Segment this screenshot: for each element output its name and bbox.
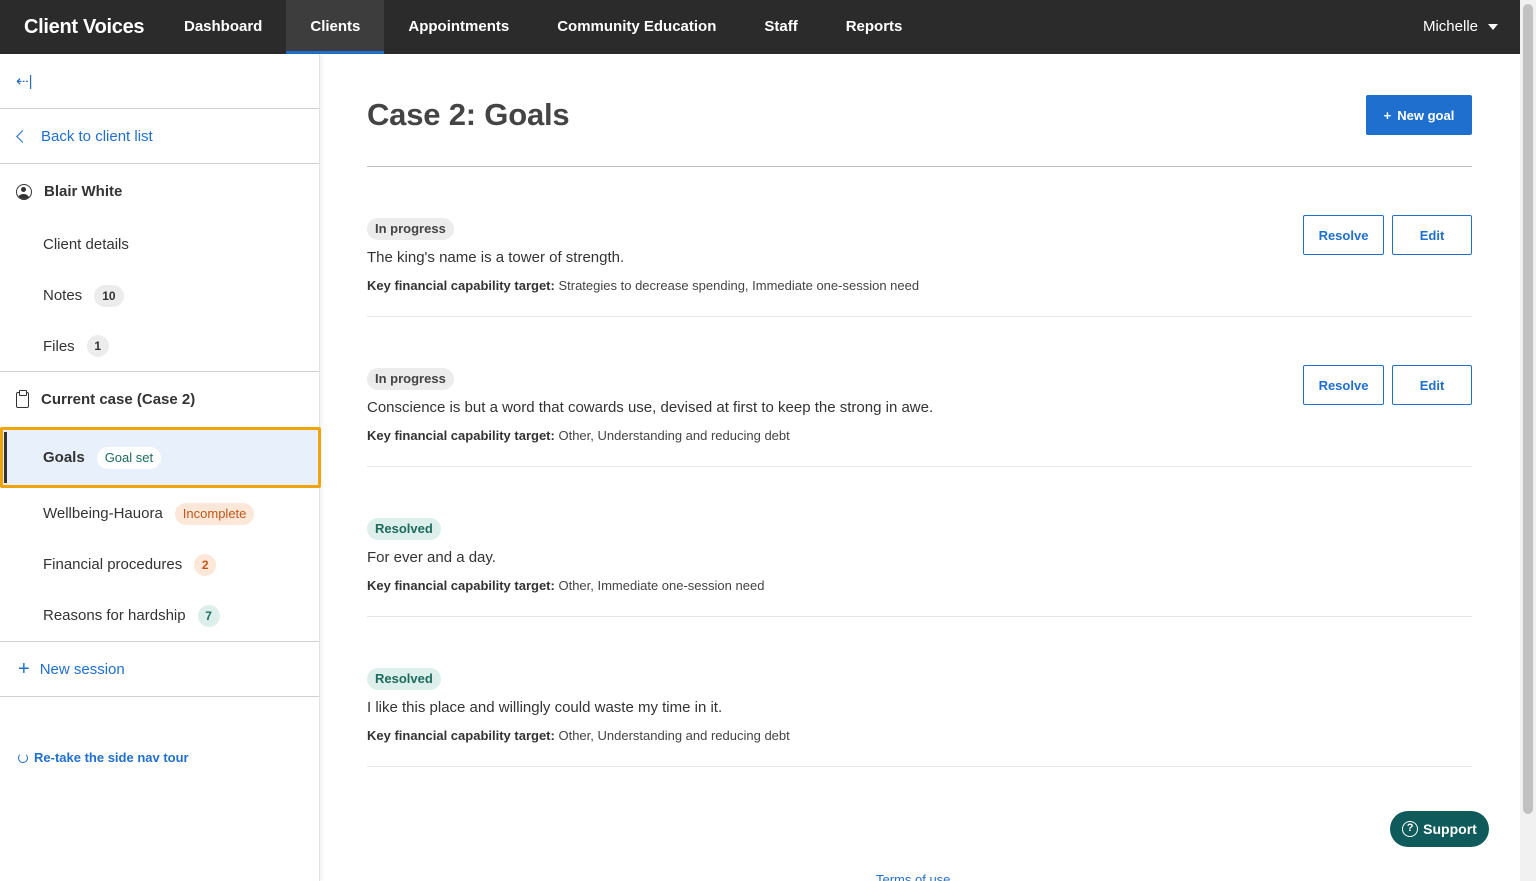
case-label: Current case (Case 2) — [41, 391, 196, 408]
goal-target: Key financial capability target: Other, … — [367, 578, 1472, 593]
new-session-button[interactable]: + New session — [0, 641, 319, 697]
nav-dashboard[interactable]: Dashboard — [160, 0, 286, 54]
goal-set-badge: Goal set — [96, 446, 162, 469]
goal-item: Resolved I like this place and willingly… — [367, 617, 1472, 767]
user-circle-icon — [16, 183, 32, 200]
footer-terms-link[interactable]: Terms of use — [876, 872, 950, 881]
sidebar-item-files[interactable]: Files 1 — [0, 321, 319, 372]
edit-button[interactable]: Edit — [1392, 215, 1472, 255]
new-goal-label: New goal — [1397, 107, 1455, 123]
files-count-badge: 1 — [86, 335, 109, 357]
goal-actions: Resolve Edit — [1303, 365, 1472, 405]
edit-button[interactable]: Edit — [1392, 365, 1472, 405]
target-value: Other, Immediate one-session need — [558, 578, 765, 593]
nav-staff[interactable]: Staff — [740, 0, 821, 54]
page-header: Case 2: Goals + New goal — [367, 54, 1472, 167]
goal-actions: Resolve Edit — [1303, 215, 1472, 255]
financial-count-badge: 2 — [194, 553, 217, 576]
target-value: Other, Understanding and reducing debt — [558, 428, 790, 443]
retake-tour-label: Re-take the side nav tour — [34, 750, 189, 765]
status-badge: Resolved — [367, 518, 441, 540]
status-badge: In progress — [367, 218, 454, 240]
sidebar-item-label: Files — [43, 337, 75, 355]
current-case-header: Current case (Case 2) — [0, 372, 319, 427]
client-name: Blair White — [44, 183, 123, 200]
caret-down-icon — [1488, 24, 1498, 30]
goal-item: In progress Conscience is but a word tha… — [367, 317, 1472, 467]
nav-appointments[interactable]: Appointments — [384, 0, 533, 54]
goal-target: Key financial capability target: Strateg… — [367, 278, 1472, 293]
collapse-icon: ⇠| — [16, 73, 33, 90]
target-label: Key financial capability target: — [367, 428, 555, 443]
support-button[interactable]: ? Support — [1390, 811, 1489, 847]
sidebar-item-label: Financial procedures — [43, 556, 183, 573]
page-scrollbar[interactable] — [1520, 0, 1536, 881]
target-value: Other, Understanding and reducing debt — [558, 728, 790, 743]
goal-target: Key financial capability target: Other, … — [367, 728, 1472, 743]
collapse-sidebar-button[interactable]: ⇠| — [0, 54, 319, 109]
app-logo[interactable]: Client Voices — [0, 0, 160, 54]
nav-community-education[interactable]: Community Education — [533, 0, 740, 54]
sidebar-item-label: Wellbeing-Hauora — [43, 505, 163, 522]
notes-count-badge: 10 — [94, 284, 124, 307]
nav-clients[interactable]: Clients — [286, 0, 385, 54]
plus-icon: + — [1383, 107, 1392, 123]
status-badge: Resolved — [367, 668, 441, 690]
incomplete-badge: Incomplete — [174, 502, 255, 525]
retake-tour-link[interactable]: Re-take the side nav tour — [18, 750, 189, 765]
resolve-button[interactable]: Resolve — [1303, 215, 1384, 255]
target-label: Key financial capability target: — [367, 728, 555, 743]
user-name: Michelle — [1422, 18, 1478, 35]
plus-icon: + — [18, 658, 30, 680]
sidebar-item-wellbeing[interactable]: Wellbeing-Hauora Incomplete — [0, 488, 319, 539]
sidebar-item-label: Notes — [43, 287, 83, 304]
scrollbar-thumb[interactable] — [1523, 4, 1533, 814]
back-label: Back to client list — [41, 127, 153, 145]
hardship-count-badge: 7 — [197, 604, 220, 627]
sidebar-item-label: Client details — [43, 236, 129, 253]
support-label: Support — [1423, 821, 1477, 837]
new-goal-button[interactable]: + New goal — [1366, 95, 1472, 135]
sidebar-item-reasons-for-hardship[interactable]: Reasons for hardship 7 — [0, 590, 319, 641]
clipboard-icon — [16, 389, 29, 408]
target-label: Key financial capability target: — [367, 278, 555, 293]
sidebar-item-label: Reasons for hardship — [43, 607, 186, 624]
goal-target: Key financial capability target: Other, … — [367, 428, 1472, 443]
sidebar-item-client-details[interactable]: Client details — [0, 219, 319, 270]
status-badge: In progress — [367, 368, 454, 390]
client-header: Blair White — [0, 164, 319, 219]
sidebar-item-financial-procedures[interactable]: Financial procedures 2 — [0, 539, 319, 590]
sidebar-item-label: Goals — [43, 449, 85, 466]
main-content: Case 2: Goals + New goal In progress The… — [367, 54, 1472, 767]
back-to-client-list-link[interactable]: Back to client list — [0, 109, 319, 164]
refresh-icon — [18, 752, 28, 763]
new-session-label: New session — [39, 660, 125, 678]
sidebar-item-notes[interactable]: Notes 10 — [0, 270, 319, 321]
user-menu[interactable]: Michelle — [1423, 0, 1520, 54]
goal-item: Resolved For ever and a day. Key financi… — [367, 467, 1472, 617]
nav-reports[interactable]: Reports — [822, 0, 927, 54]
side-nav: ⇠| Back to client list Blair White Clien… — [0, 54, 321, 881]
help-icon: ? — [1402, 821, 1419, 837]
page-title: Case 2: Goals — [367, 97, 570, 132]
main-nav: Dashboard Clients Appointments Community… — [160, 0, 926, 54]
goal-text: I like this place and willingly could wa… — [367, 699, 723, 716]
goal-item: In progress The king's name is a tower o… — [367, 167, 1472, 317]
resolve-button[interactable]: Resolve — [1303, 365, 1384, 405]
sidebar-item-goals[interactable]: Goals Goal set — [0, 427, 321, 488]
top-navigation: Client Voices Dashboard Clients Appointm… — [0, 0, 1520, 54]
target-label: Key financial capability target: — [367, 578, 555, 593]
goal-text: For ever and a day. — [367, 549, 496, 566]
target-value: Strategies to decrease spending, Immedia… — [558, 278, 920, 293]
chevron-left-icon — [16, 129, 29, 143]
